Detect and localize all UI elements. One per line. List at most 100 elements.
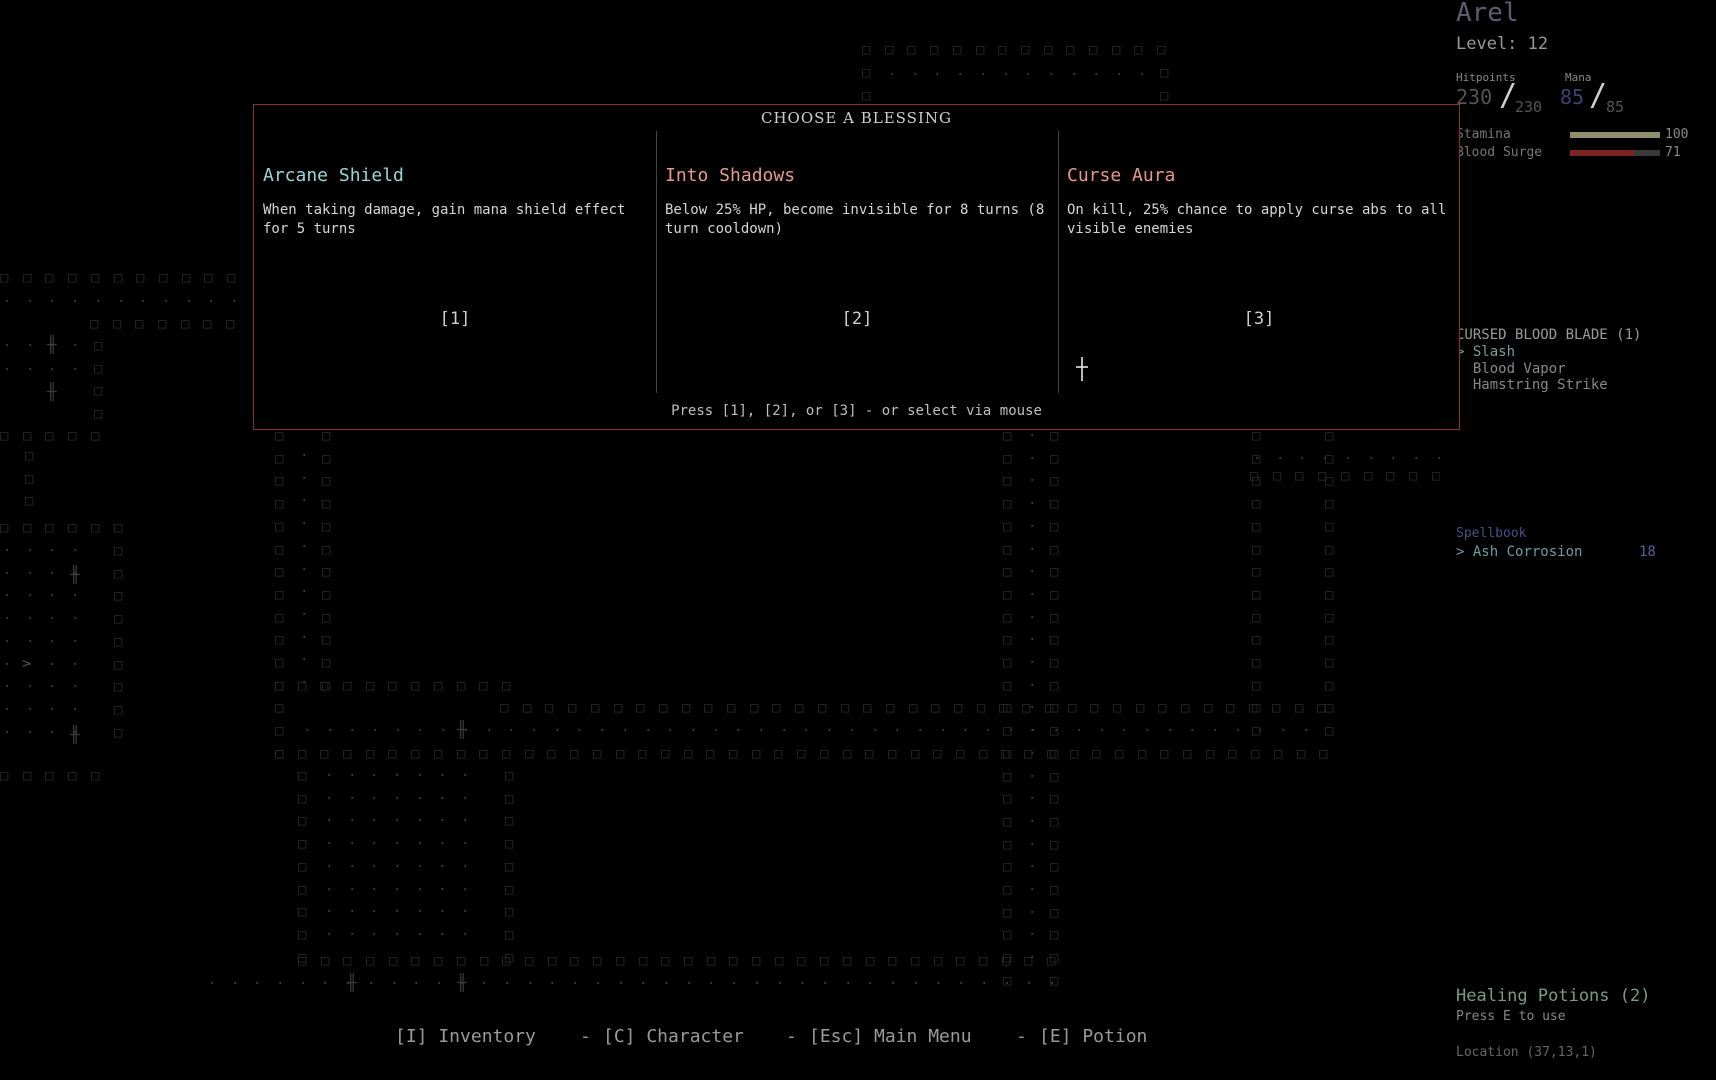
floor-tile: ·: [26, 611, 34, 627]
floor-tile: ·: [594, 976, 602, 992]
wall-tile: □: [956, 953, 965, 969]
floor-tile: ·: [1211, 723, 1219, 739]
floor-tile: ·: [911, 67, 919, 83]
wall-tile: □: [1070, 746, 1079, 762]
wall-tile: □: [907, 42, 916, 58]
inventory-shortcut[interactable]: [I] Inventory: [395, 1026, 536, 1047]
floor-tile: ·: [348, 813, 356, 829]
floor-tile: ·: [321, 976, 329, 992]
floor-tile: ·: [3, 634, 11, 650]
wall-tile: □: [1160, 65, 1169, 81]
floor-tile: ·: [370, 859, 378, 875]
floor-tile: ·: [3, 543, 11, 559]
separator: -: [786, 1026, 797, 1047]
floor-tile: ·: [300, 516, 308, 532]
floor-tile: ·: [71, 362, 79, 378]
wall-tile: □: [457, 746, 466, 762]
floor-tile: ·: [416, 882, 424, 898]
blessing-option-2[interactable]: Into Shadows Below 25% HP, become invisi…: [656, 131, 1059, 393]
wall-tile: □: [1050, 927, 1059, 943]
wall-tile: □: [68, 520, 77, 536]
weapon-skill-hamstring-strike[interactable]: Hamstring Strike: [1456, 377, 1608, 393]
floor-tile: ·: [757, 723, 765, 739]
stamina-track: [1570, 132, 1660, 138]
wall-tile: □: [1325, 519, 1334, 535]
floor-tile: ·: [3, 294, 11, 310]
wall-tile: □: [135, 316, 144, 332]
floor-tile: ·: [598, 723, 606, 739]
wall-tile: □: [411, 953, 420, 969]
floor-tile: ·: [71, 634, 79, 650]
wall-tile: □: [1050, 769, 1059, 785]
wall-tile: □: [1003, 905, 1012, 921]
wall-tile: □: [114, 543, 123, 559]
floor-tile: ·: [438, 836, 446, 852]
floor-tile: ·: [303, 723, 311, 739]
floor-tile: ·: [916, 723, 924, 739]
weapon-skill-slash[interactable]: > Slash: [1456, 344, 1515, 360]
wall-tile: □: [1050, 655, 1059, 671]
mana-current: 85: [1560, 85, 1585, 109]
wall-tile: □: [707, 953, 716, 969]
potion-shortcut[interactable]: [E] Potion: [1039, 1026, 1147, 1047]
floor-tile: ·: [461, 813, 469, 829]
main-menu-shortcut[interactable]: [Esc] Main Menu: [809, 1026, 972, 1047]
floor-tile: ·: [325, 813, 333, 829]
wall-tile: □: [1003, 542, 1012, 558]
wall-tile: □: [1003, 632, 1012, 648]
floor-tile: ·: [71, 657, 79, 673]
wall-tile: □: [979, 746, 988, 762]
floor-tile: ·: [348, 723, 356, 739]
blood-surge-fill: [1570, 150, 1634, 156]
character-shortcut[interactable]: [C] Character: [603, 1026, 744, 1047]
wall-tile: □: [23, 428, 32, 444]
wall-tile: □: [275, 746, 284, 762]
wall-tile: □: [885, 42, 894, 58]
blessing-option-3[interactable]: Curse Aura On kill, 25% chance to apply …: [1058, 131, 1460, 393]
wall-tile: □: [322, 587, 331, 603]
floor-tile: ·: [461, 859, 469, 875]
floor-tile: ·: [326, 723, 334, 739]
wall-tile: □: [502, 746, 511, 762]
floor-tile: ·: [393, 904, 401, 920]
wall-tile: □: [1003, 927, 1012, 943]
wall-tile: □: [1050, 587, 1059, 603]
weapon-skill-blood-vapor[interactable]: Blood Vapor: [1456, 361, 1566, 377]
wall-tile: □: [934, 953, 943, 969]
floor-tile: ·: [1028, 496, 1036, 512]
spellbook-title: Spellbook: [1456, 526, 1527, 541]
wall-tile: □: [1295, 700, 1304, 716]
floor-tile: ·: [438, 791, 446, 807]
character-level: Level: 12: [1456, 34, 1549, 54]
spell-ash-corrosion[interactable]: > Ash Corrosion 18: [1456, 544, 1656, 560]
wall-tile: □: [0, 270, 9, 286]
wall-tile: □: [706, 746, 715, 762]
blessing-option-1[interactable]: Arcane Shield When taking damage, gain m…: [254, 131, 657, 393]
floor-tile: ·: [1028, 587, 1036, 603]
wall-tile: □: [1003, 587, 1012, 603]
wall-tile: □: [1003, 428, 1012, 444]
wall-tile: □: [862, 42, 871, 58]
floor-tile: ·: [3, 611, 11, 627]
floor-tile: ·: [412, 976, 420, 992]
floor-tile: ·: [1028, 473, 1036, 489]
wall-tile: □: [91, 520, 100, 536]
wall-tile: □: [114, 725, 123, 741]
floor-tile: ·: [300, 493, 308, 509]
wall-tile: □: [479, 746, 488, 762]
floor-tile: ·: [1028, 746, 1036, 762]
floor-tile: ·: [1028, 814, 1036, 830]
wall-tile: □: [727, 700, 736, 716]
floor-tile: ·: [348, 927, 356, 943]
floor-tile: ·: [730, 976, 738, 992]
wall-tile: □: [1228, 746, 1237, 762]
floor-tile: ·: [438, 768, 446, 784]
floor-tile: ·: [416, 791, 424, 807]
wall-tile: □: [275, 496, 284, 512]
floor-tile: ·: [348, 791, 356, 807]
wall-tile: □: [505, 904, 514, 920]
floor-tile: ·: [689, 723, 697, 739]
floor-tile: ·: [162, 294, 170, 310]
wall-tile: □: [593, 953, 602, 969]
floor-tile: ·: [1279, 723, 1287, 739]
